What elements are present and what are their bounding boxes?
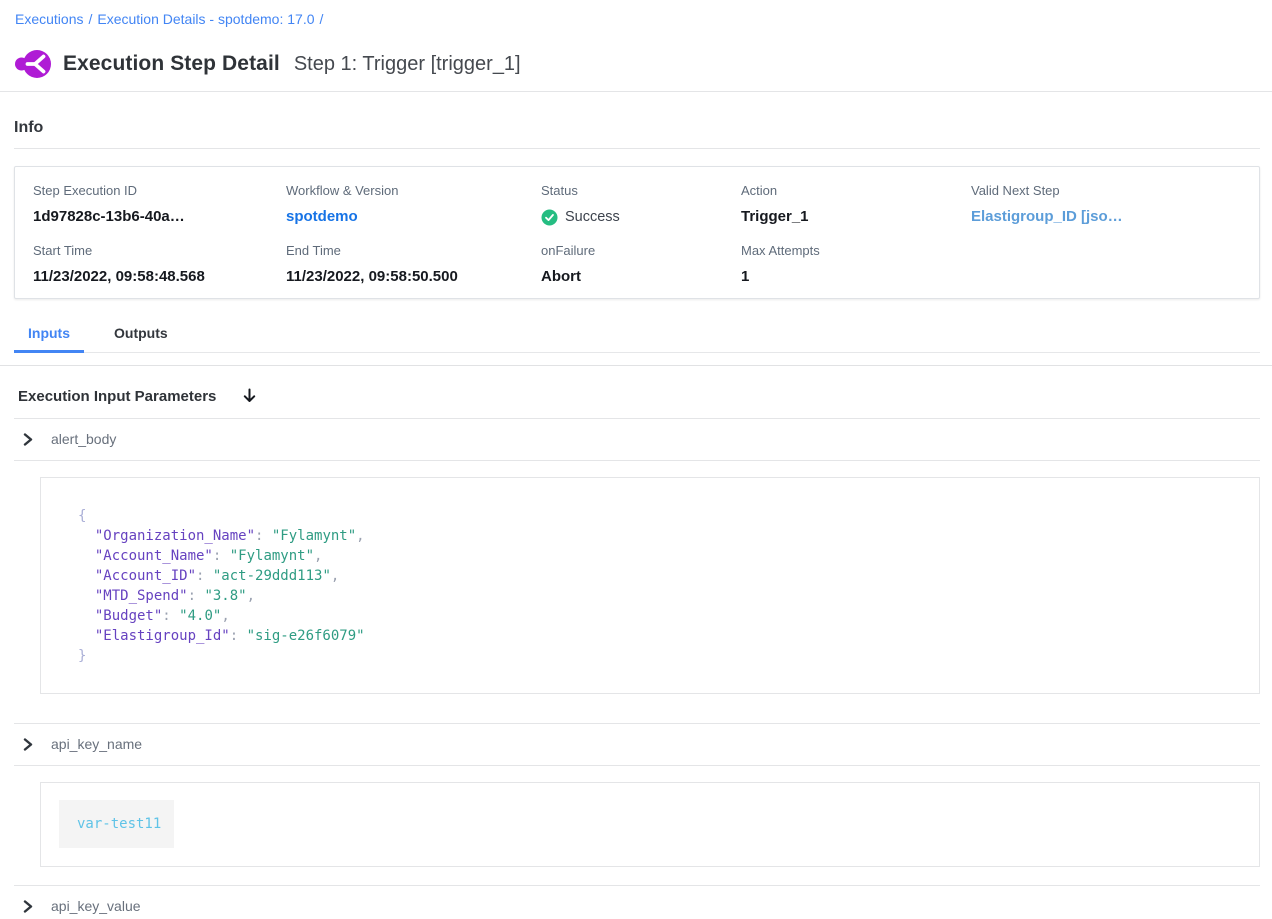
spacer	[0, 694, 1272, 723]
field-empty	[971, 243, 1249, 286]
tab-bar: Inputs Outputs	[14, 325, 1260, 353]
param-section-alert-body: alert_body { "Organization_Name": "Fylam…	[0, 419, 1272, 694]
expand-chevron-icon	[22, 900, 34, 913]
workflow-link[interactable]: spotdemo	[286, 208, 358, 225]
section-row-alert-body[interactable]: alert_body	[14, 419, 1260, 461]
breadcrumb: Executions / Execution Details - spotdemo:…	[0, 0, 1272, 28]
section-row-api-key-value[interactable]: api_key_value	[14, 885, 1260, 919]
field-start-time: Start Time 11/23/2022, 09:58:48.568	[33, 243, 286, 286]
field-action: Action Trigger_1	[741, 183, 971, 226]
expand-chevron-icon	[22, 433, 34, 446]
field-label: Valid Next Step	[971, 183, 1249, 199]
section-label: alert_body	[51, 431, 116, 447]
success-check-icon	[541, 209, 558, 226]
tab-outputs[interactable]: Outputs	[100, 325, 182, 353]
api-key-name-value-box: var-test11	[40, 782, 1260, 867]
alert-body-json-viewer: { "Organization_Name": "Fylamynt", "Acco…	[40, 477, 1260, 694]
info-section-heading: Info	[14, 117, 1272, 138]
params-header: Execution Input Parameters	[14, 366, 1260, 419]
field-label: onFailure	[541, 243, 741, 259]
field-label: Action	[741, 183, 971, 199]
field-label: End Time	[286, 243, 541, 259]
page-header: Execution Step Detail Step 1: Trigger [t…	[14, 47, 1272, 81]
status-text: Success	[565, 208, 620, 226]
page-subtitle: Step 1: Trigger [trigger_1]	[294, 53, 521, 76]
section-label: api_key_name	[51, 736, 142, 752]
section-label: api_key_value	[51, 898, 141, 914]
breadcrumb-link-executions[interactable]: Executions	[15, 11, 83, 27]
expand-chevron-icon	[22, 738, 34, 751]
breadcrumb-separator: /	[88, 11, 92, 27]
start-time-value: 11/23/2022, 09:58:48.568	[33, 268, 286, 286]
info-divider	[14, 148, 1260, 149]
field-label: Max Attempts	[741, 243, 971, 259]
field-end-time: End Time 11/23/2022, 09:58:50.500	[286, 243, 541, 286]
valid-next-step-link[interactable]: Elastigroup_ID [jso…	[971, 208, 1123, 225]
field-on-failure: onFailure Abort	[541, 243, 741, 286]
field-label: Workflow & Version	[286, 183, 541, 199]
fylamynt-logo-icon	[14, 48, 52, 80]
step-execution-id-value: 1d97828c-13b6-40a…	[33, 208, 286, 226]
breadcrumb-separator: /	[320, 11, 324, 27]
tab-inputs[interactable]: Inputs	[14, 325, 84, 353]
header-divider	[0, 91, 1272, 92]
download-arrow-icon	[242, 388, 257, 405]
params-title: Execution Input Parameters	[18, 388, 216, 405]
json-code: { "Organization_Name": "Fylamynt", "Acco…	[78, 506, 1239, 666]
field-max-attempts: Max Attempts 1	[741, 243, 971, 286]
param-section-api-key-name: api_key_name var-test11	[0, 723, 1272, 867]
page-title: Execution Step Detail	[63, 52, 280, 76]
section-row-api-key-name[interactable]: api_key_name	[14, 723, 1260, 766]
info-card: Step Execution ID 1d97828c-13b6-40a… Wor…	[14, 166, 1260, 299]
api-key-name-value: var-test11	[59, 800, 174, 848]
end-time-value: 11/23/2022, 09:58:50.500	[286, 268, 541, 286]
field-valid-next-step: Valid Next Step Elastigroup_ID [jso…	[971, 183, 1249, 226]
field-status: Status Success	[541, 183, 741, 226]
field-step-execution-id: Step Execution ID 1d97828c-13b6-40a…	[33, 183, 286, 226]
param-section-api-key-value: api_key_value	[0, 885, 1272, 919]
max-attempts-value: 1	[741, 268, 971, 286]
download-params-button[interactable]	[242, 388, 257, 405]
field-label: Status	[541, 183, 741, 199]
on-failure-value: Abort	[541, 268, 741, 286]
spacer	[0, 867, 1272, 885]
status-badge: Success	[541, 208, 741, 226]
field-workflow-version: Workflow & Version spotdemo	[286, 183, 541, 226]
action-value: Trigger_1	[741, 208, 971, 226]
breadcrumb-link-execution-details[interactable]: Execution Details - spotdemo: 17.0	[97, 11, 314, 27]
field-label: Step Execution ID	[33, 183, 286, 199]
field-label: Start Time	[33, 243, 286, 259]
